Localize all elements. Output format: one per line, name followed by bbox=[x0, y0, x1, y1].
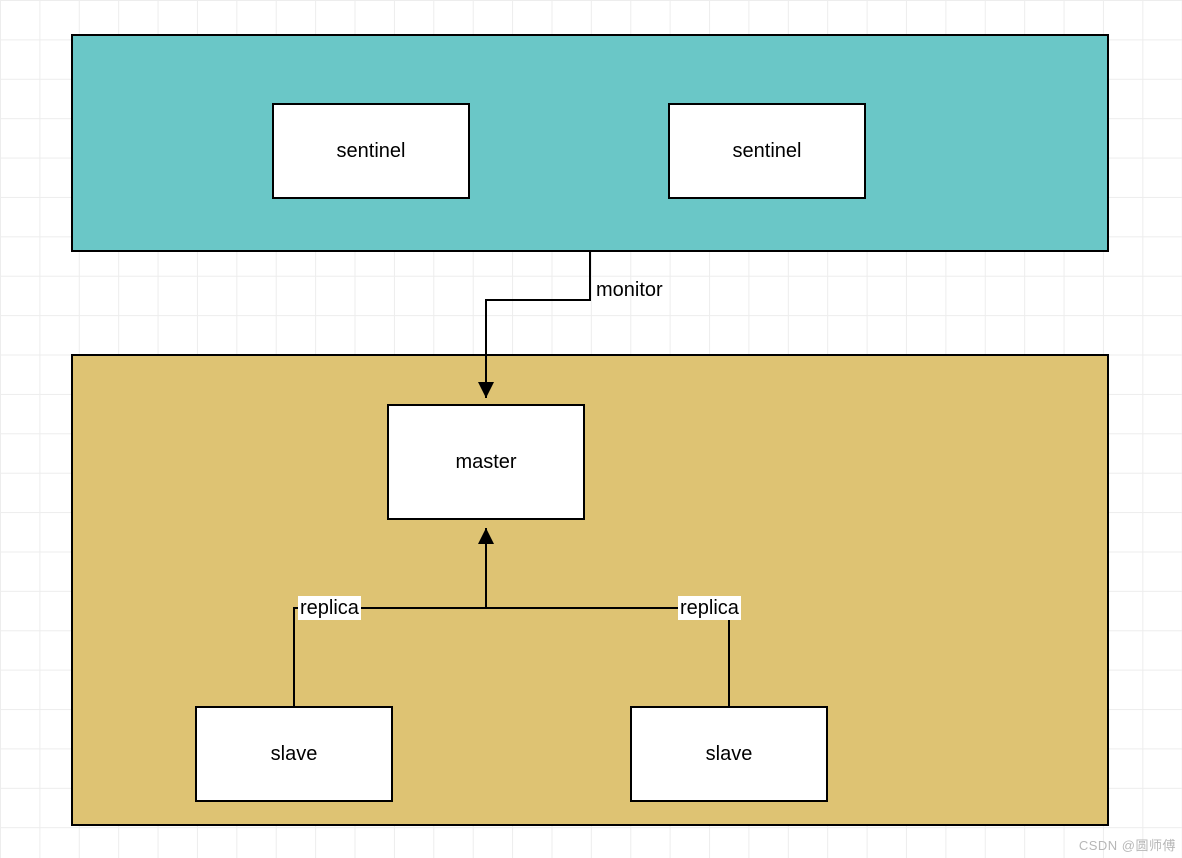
sentinel-region bbox=[71, 34, 1109, 252]
watermark: CSDN @圆师傅 bbox=[1079, 835, 1176, 854]
edge-label-monitor: monitor bbox=[594, 278, 665, 302]
sentinel-node-1: sentinel bbox=[272, 103, 470, 199]
slave-node-1-label: slave bbox=[271, 743, 318, 766]
sentinel-node-2-label: sentinel bbox=[733, 140, 802, 163]
slave-node-2: slave bbox=[630, 706, 828, 802]
edge-label-replica-left: replica bbox=[298, 596, 361, 620]
master-node: master bbox=[387, 404, 585, 520]
sentinel-node-2: sentinel bbox=[668, 103, 866, 199]
edge-label-replica-right: replica bbox=[678, 596, 741, 620]
diagram-canvas: sentinel sentinel master slave slave mon… bbox=[0, 0, 1182, 858]
slave-node-2-label: slave bbox=[706, 743, 753, 766]
master-node-label: master bbox=[455, 451, 516, 474]
sentinel-node-1-label: sentinel bbox=[337, 140, 406, 163]
slave-node-1: slave bbox=[195, 706, 393, 802]
